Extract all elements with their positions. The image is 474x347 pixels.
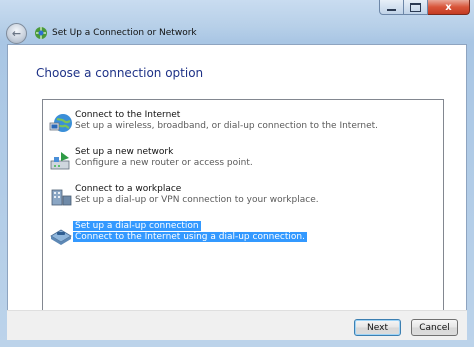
back-arrow-icon: ← bbox=[11, 26, 22, 40]
option-title: Set up a new network bbox=[75, 147, 174, 157]
option-title: Connect to a workplace bbox=[75, 184, 182, 194]
window-title: Set Up a Connection or Network bbox=[52, 28, 197, 38]
next-button[interactable]: Next bbox=[354, 319, 401, 336]
page-heading: Choose a connection option bbox=[36, 66, 204, 80]
button-bar: Next Cancel bbox=[7, 310, 467, 340]
cancel-button-label: Cancel bbox=[419, 322, 450, 333]
network-wizard-icon bbox=[35, 27, 47, 39]
close-icon: x bbox=[445, 1, 452, 13]
option-connect-workplace[interactable]: Connect to a workplace Set up a dial-up … bbox=[47, 183, 437, 213]
cancel-button[interactable]: Cancel bbox=[411, 319, 458, 336]
close-button[interactable]: x bbox=[428, 0, 470, 15]
option-description: Set up a dial-up or VPN connection to yo… bbox=[75, 195, 319, 205]
option-dialup-connection[interactable]: Set up a dial-up connection Connect to t… bbox=[47, 220, 437, 250]
option-description: Configure a new router or access point. bbox=[75, 158, 253, 168]
title-bar[interactable]: x bbox=[0, 0, 474, 22]
option-title: Connect to the Internet bbox=[75, 110, 181, 120]
minimize-button[interactable] bbox=[379, 0, 404, 15]
window-frame: x ← Set Up a Connection or Network Choos… bbox=[0, 0, 474, 347]
connection-options-list[interactable]: Connect to the Internet Set up a wireles… bbox=[42, 99, 444, 337]
back-button[interactable]: ← bbox=[6, 22, 27, 44]
workplace-icon bbox=[51, 189, 72, 206]
globe-network-icon bbox=[49, 114, 72, 132]
option-connect-internet[interactable]: Connect to the Internet Set up a wireles… bbox=[47, 109, 437, 139]
maximize-button[interactable] bbox=[404, 0, 428, 15]
caption-buttons: x bbox=[379, 0, 470, 16]
next-button-label: Next bbox=[367, 322, 388, 333]
phone-modem-icon bbox=[50, 229, 72, 245]
wizard-content: Choose a connection option Connect to th… bbox=[7, 44, 467, 340]
maximize-icon bbox=[410, 2, 421, 12]
nav-row: ← Set Up a Connection or Network bbox=[6, 22, 197, 44]
option-description: Set up a wireless, broadband, or dial-up… bbox=[75, 121, 379, 131]
router-icon bbox=[50, 152, 70, 170]
option-title: Set up a dial-up connection bbox=[73, 221, 201, 231]
option-description: Connect to the Internet using a dial-up … bbox=[73, 232, 307, 242]
option-new-network[interactable]: Set up a new network Configure a new rou… bbox=[47, 146, 437, 176]
minimize-icon bbox=[387, 9, 396, 11]
